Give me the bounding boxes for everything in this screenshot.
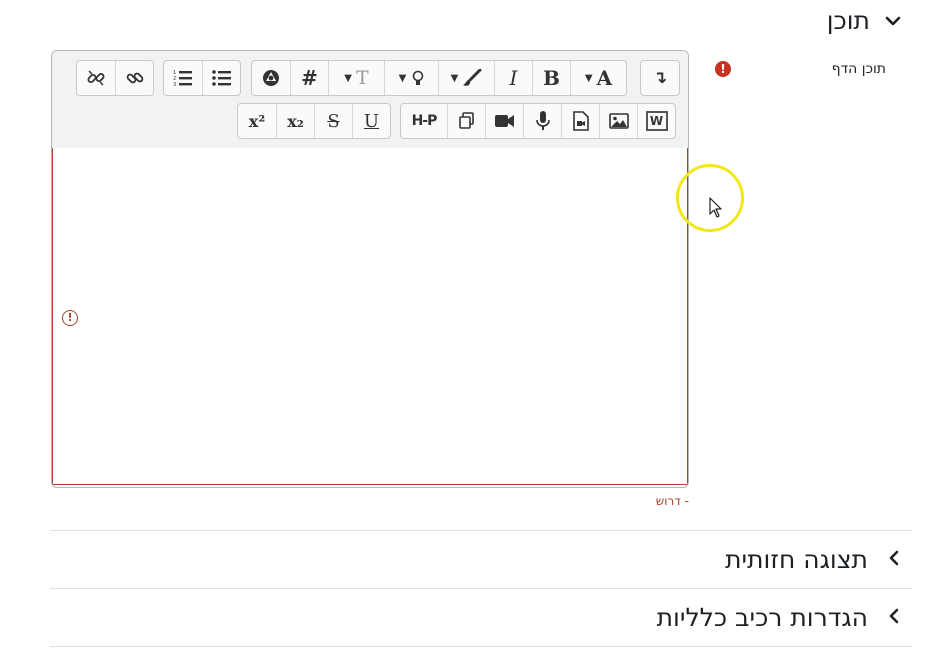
editor-toolbar: ↴ # ▼ T ▼ ▼ I B ▼ A 1 2 3 H-P W x² x₂ S … [52,51,688,149]
unlink-icon [87,70,105,86]
divider [50,588,912,589]
lightbulb-icon [413,70,424,85]
dropdown-caret-icon: ▼ [344,72,352,84]
word-icon: W [645,111,668,131]
text-editor: ↴ # ▼ T ▼ ▼ I B ▼ A 1 2 3 H-P W x² x₂ S … [51,50,689,488]
unordered-list-icon [211,70,231,86]
subscript-button[interactable]: x₂ [276,104,314,138]
toolbar-group-links [76,60,154,96]
accessibility-icon [263,70,279,86]
link-icon [126,72,143,84]
italic-button[interactable]: I [494,61,532,95]
collapse-button[interactable]: ↴ [641,61,679,95]
background-color-button[interactable]: ▼ [438,61,494,95]
unlink-button[interactable] [77,61,115,95]
unordered-list-button[interactable] [202,61,240,95]
field-label: תוכן הדף [831,61,886,77]
underline-button[interactable]: U [352,104,390,138]
error-icon: ! [62,310,78,326]
chevron-left-icon[interactable] [886,607,902,628]
font-size-icon: T [356,67,369,89]
microphone-icon [535,111,550,130]
toolbar-group-collapse: ↴ [640,60,680,96]
record-audio-button[interactable] [523,104,561,138]
styles-button[interactable]: ▼ [384,61,438,95]
record-video-button[interactable] [485,104,523,138]
section-title-content[interactable]: תוכן [827,8,870,33]
dropdown-caret-icon: ▼ [398,72,407,84]
divider [50,530,912,531]
insert-char-button[interactable]: # [290,61,328,95]
toolbar-group-script: x² x₂ S U [237,103,391,139]
ordered-list-button[interactable]: 123 [164,61,202,95]
chevron-down-icon[interactable] [884,12,902,33]
toolbar-group-files: H-P W [400,103,676,139]
section-title-appearance[interactable]: תצוגה חזותית [725,547,868,572]
svg-text:3: 3 [173,82,176,87]
chevron-left-icon[interactable] [886,549,902,570]
strikethrough-button[interactable]: S [314,104,352,138]
font-size-button[interactable]: ▼ T [328,61,384,95]
section-title-common[interactable]: הגדרות רכיב כלליות [657,605,868,630]
word-paste-button[interactable]: W [637,104,675,138]
video-camera-icon [494,115,514,127]
image-icon [608,113,629,129]
bold-button[interactable]: B [532,61,570,95]
file-video-icon [572,111,589,131]
editor-content-area[interactable] [52,148,688,485]
h5p-button[interactable]: H-P [401,104,447,138]
toolbar-group-format: # ▼ T ▼ ▼ I B ▼ A [251,60,627,96]
font-color-button[interactable]: ▼ A [570,61,626,95]
dropdown-caret-icon: ▼ [450,72,459,84]
link-button[interactable] [115,61,153,95]
accessibility-checker-button[interactable] [252,61,290,95]
image-button[interactable] [599,104,637,138]
superscript-button[interactable]: x² [238,104,276,138]
dropdown-caret-icon: ▼ [584,72,593,84]
required-icon: ! [715,61,731,77]
mouse-pointer-icon [709,197,723,223]
divider [50,646,912,647]
toolbar-group-lists: 123 [163,60,241,96]
required-text: - דרוש [655,494,689,508]
manage-files-button[interactable] [447,104,485,138]
ordered-list-icon: 123 [173,70,192,87]
manage-files-icon [458,112,474,129]
paintbrush-icon [463,69,482,86]
media-button[interactable] [561,104,599,138]
